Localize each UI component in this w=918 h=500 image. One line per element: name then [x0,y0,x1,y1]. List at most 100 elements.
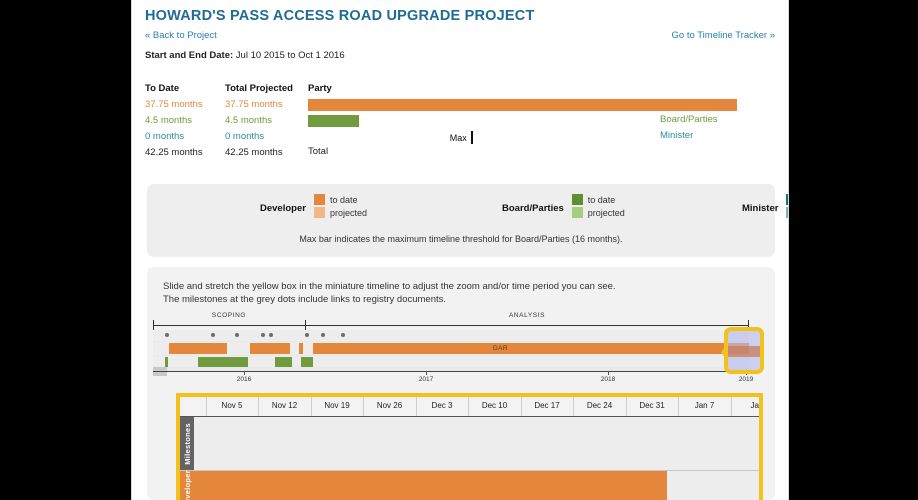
detail-column-label: Dec 17 [534,401,560,410]
legend-group-name: Developer [260,203,306,214]
mini-board-segment[interactable] [275,357,292,367]
detail-grid-line [468,397,470,416]
detail-grid-line [678,397,680,416]
legend-label: projected [587,207,625,218]
to-date-minister: 0 months [145,131,185,142]
to-date-total: 42.25 months [145,147,203,158]
detail-column-label: Nov 26 [376,401,403,410]
timeline-selection-box[interactable] [724,327,764,374]
legend-entry-to-date: to date [571,194,625,205]
party-bar-chart: Developer Board/Parties Max Minister Tot… [308,98,788,157]
detail-grid-line [730,397,732,416]
mini-developer-segment[interactable] [169,343,227,354]
bar-label-developer: Developer [660,98,704,109]
legend-group-developer: Developer to date projected [260,194,367,218]
phase-tick-start [153,320,154,330]
bar-row-board: Board/Parties Max [308,114,788,144]
year-tick-label: 2016 [236,376,252,383]
swatch-icon [786,207,788,218]
phase-label-analysis: ANALYSIS [508,312,546,319]
detail-grid-line [415,397,417,416]
swatch-icon [313,194,325,205]
timeline-panel: Slide and stretch the yellow box in the … [147,267,775,500]
page-title: HOWARD'S PASS ACCESS ROAD UPGRADE PROJEC… [145,8,535,24]
legend-group-name: Minister [742,203,779,214]
projected-developer: 37.75 months [225,99,283,110]
mini-developer-segment[interactable] [313,343,749,354]
legend-group-name: Board/Parties [502,203,564,214]
year-tick [244,371,245,375]
year-tick [426,371,427,375]
swatch-icon [313,207,325,218]
detail-grid-line [625,397,627,416]
detail-column-label: Jan [750,401,763,410]
mini-board-segment[interactable] [165,357,168,367]
to-date-board: 4.5 months [145,115,192,126]
mini-milestone-dot[interactable] [261,333,265,337]
column-header-total-projected: Total Projected [225,83,293,94]
detail-column-label: Jan 7 [694,401,715,410]
mini-milestone-dot[interactable] [341,333,345,337]
year-tick [608,371,609,375]
go-to-timeline-tracker-link[interactable]: Go to Timeline Tracker » [672,30,775,41]
detail-column-label: Dec 3 [431,401,453,410]
bar-board-parties[interactable] [308,115,360,127]
year-tick-label: 2019 [738,376,754,383]
instruction-line-2: The milestones at the grey dots include … [163,294,447,305]
year-axis-line [153,371,749,372]
detail-grid-line [363,397,365,416]
mini-lane-milestones [153,330,749,341]
legend-label: projected [329,207,367,218]
mini-year-axis: 2016 2017 2018 2019 [153,371,753,387]
mini-milestone-dot[interactable] [165,333,169,337]
lane-tab-label: Milestones [182,422,192,465]
detail-grid-line [310,397,312,416]
legend-group-minister: Minister to date projected [742,194,788,218]
detail-timeline: Nov 5 Nov 12 Nov 19 Nov 26 Dec 3 Dec 10 Dec 17… [176,393,763,500]
lane-tab-developer[interactable]: Developer [180,469,194,500]
detail-bar-developer[interactable] [194,471,667,500]
detail-date-header: Nov 5 Nov 12 Nov 19 Nov 26 Dec 3 Dec 10 Dec 17… [180,397,759,417]
legend-entry-projected: projected [313,207,367,218]
lane-tab-milestones[interactable]: Milestones [180,417,194,470]
legend-entry-projected: projected [786,207,788,218]
bar-label-total: Total [308,146,329,157]
detail-column-label: Dec 10 [481,401,508,410]
detail-column-label: Nov 5 [221,401,243,410]
legend-note: Max bar indicates the maximum timeline t… [299,234,623,244]
detail-column-label: Nov 12 [271,401,298,410]
detail-grid-line [520,397,522,416]
phase-label-scoping: SCOPING [211,312,247,319]
detail-lane-developer: Developer [180,469,759,500]
selection-inner-bar [728,346,760,357]
mini-developer-segment[interactable] [299,343,303,354]
column-header-party: Party [308,83,332,94]
legend-group-board-parties: Board/Parties to date projected [502,194,625,218]
mini-board-segment[interactable] [198,357,248,367]
detail-column-label: Dec 24 [586,401,613,410]
legend-label: to date [587,194,616,205]
swatch-icon [571,194,583,205]
bar-row-minister: Minister [308,130,788,146]
phase-tick-mid [305,320,306,330]
bar-label-board-parties: Board/Parties [660,114,718,125]
mini-milestone-dot[interactable] [269,333,273,337]
projected-minister: 0 months [225,131,265,142]
mini-milestone-dot[interactable] [305,333,309,337]
mini-milestone-dot[interactable] [235,333,239,337]
projected-board: 4.5 months [225,115,272,126]
mini-board-segment[interactable] [301,357,313,367]
detail-grid-line [258,397,260,416]
lane-tab-label: Developer [182,469,192,500]
start-end-date: Start and End Date: Jul 10 2015 to Oct 1… [145,50,345,61]
projected-total: 42.25 months [225,147,283,158]
miniature-timeline[interactable]: DAR [153,330,749,376]
legend-label: to date [329,194,358,205]
detail-column-label: Dec 31 [639,401,665,410]
instruction-line-1: Slide and stretch the yellow box in the … [163,281,616,292]
mini-developer-segment[interactable] [250,343,290,354]
mini-milestone-dot[interactable] [321,333,325,337]
back-to-project-link[interactable]: « Back to Project [145,30,217,41]
detail-grid-line [205,397,207,416]
mini-milestone-dot[interactable] [211,333,215,337]
